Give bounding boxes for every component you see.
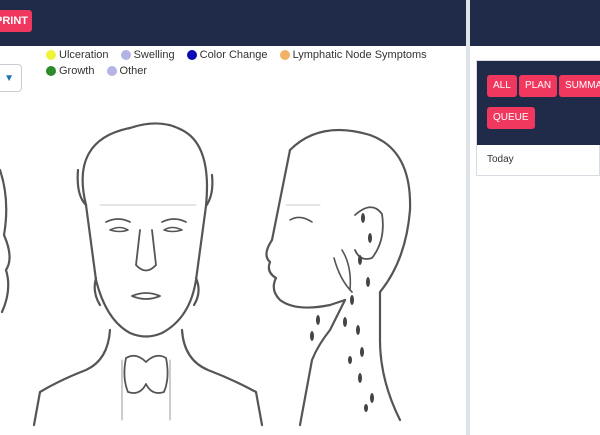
legend-dot [46, 50, 56, 60]
lymph-node-markers [310, 213, 374, 412]
filter-panel-header: ALL PLAN SUMMARY QUEUE [477, 61, 600, 145]
symptom-legend: Ulceration Swelling Color Change Lymphat… [46, 48, 446, 80]
filter-panel: ALL PLAN SUMMARY QUEUE Today [476, 60, 600, 176]
legend-dot [46, 66, 56, 76]
view-select[interactable]: ▼ [0, 64, 22, 92]
date-label: Today [487, 154, 514, 165]
legend-item-lymphatic-node[interactable]: Lymphatic Node Symptoms [279, 48, 427, 62]
header-bar: PRINT [0, 0, 468, 46]
thyroid-outline [123, 354, 169, 394]
legend-item-color-change[interactable]: Color Change [186, 48, 268, 62]
filter-chip-queue[interactable]: QUEUE [487, 107, 535, 129]
legend-dot [106, 66, 117, 76]
legend-item-growth[interactable]: Growth [46, 64, 94, 78]
print-button[interactable]: PRINT [0, 10, 32, 32]
legend-dot [186, 50, 197, 60]
filter-chip-all[interactable]: ALL [487, 75, 517, 97]
sidebar-header [470, 0, 600, 46]
legend-dot [120, 50, 131, 60]
chevron-down-icon: ▼ [4, 73, 14, 84]
legend-dot [279, 50, 290, 60]
panel-divider [466, 0, 470, 435]
front-hair-outline [81, 122, 209, 208]
filter-chip-plan[interactable]: PLAN [519, 75, 558, 97]
legend-item-other[interactable]: Other [106, 64, 147, 78]
filter-chip-summary[interactable]: SUMMARY [559, 75, 600, 97]
head-neck-diagram[interactable] [0, 110, 466, 435]
legend-item-ulceration[interactable]: Ulceration [46, 48, 109, 62]
legend-item-swelling[interactable]: Swelling [120, 48, 175, 62]
